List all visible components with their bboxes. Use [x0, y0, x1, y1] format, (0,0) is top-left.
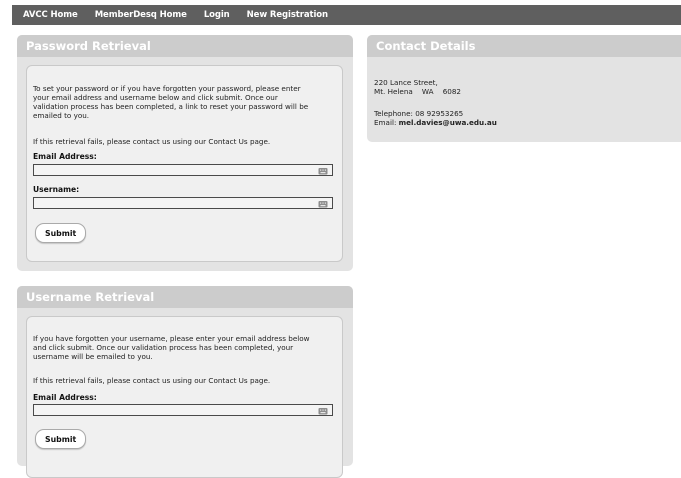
contact-details-title: Contact Details [367, 35, 681, 57]
password-username-label: Username: [33, 185, 80, 194]
username-email-field[interactable] [33, 404, 333, 423]
username-submit-button[interactable]: Submit [35, 429, 87, 449]
keyboard-icon[interactable] [318, 199, 328, 208]
contact-telephone: Telephone: 08 92953265 [374, 109, 464, 118]
contact-email[interactable]: mel.davies@uwa.edu.au [399, 118, 497, 127]
username-intro: If you have forgotten your username, ple… [33, 334, 310, 361]
top-nav: AVCC Home MemberDesq Home Login New Regi… [12, 5, 681, 25]
password-email-input[interactable] [34, 173, 332, 183]
password-intro: To set your password or if you have forg… [33, 84, 309, 120]
password-fail-note: If this retrieval fails, please contact … [33, 137, 271, 146]
keyboard-icon[interactable] [318, 406, 328, 415]
username-retrieval-form: If you have forgotten your username, ple… [26, 316, 343, 478]
contact-email-prefix: Email: [374, 118, 399, 127]
contact-address-line2: Mt. Helena WA 6082 [374, 87, 461, 96]
password-email-field[interactable] [33, 164, 333, 183]
nav-new-registration[interactable]: New Registration [247, 10, 328, 20]
password-retrieval-form: To set your password or if you have forg… [26, 65, 343, 262]
password-username-field[interactable] [33, 197, 333, 216]
password-retrieval-title: Password Retrieval [17, 35, 353, 57]
nav-memberdesq-home[interactable]: MemberDesq Home [95, 10, 187, 20]
nav-avcc-home[interactable]: AVCC Home [23, 10, 78, 20]
password-retrieval-panel: Password Retrieval To set your password … [17, 35, 353, 271]
username-email-input[interactable] [34, 413, 332, 423]
nav-login[interactable]: Login [204, 10, 230, 20]
username-retrieval-title: Username Retrieval [17, 286, 353, 308]
contact-details-panel: Contact Details 220 Lance Street, Mt. He… [367, 35, 681, 142]
username-retrieval-panel: Username Retrieval If you have forgotten… [17, 286, 353, 478]
keyboard-icon[interactable] [318, 166, 328, 175]
contact-email-line: Email: mel.davies@uwa.edu.au [374, 118, 497, 127]
username-email-label: Email Address: [33, 393, 97, 402]
username-fail-note: If this retrieval fails, please contact … [33, 376, 271, 385]
password-email-label: Email Address: [33, 152, 97, 161]
password-username-input[interactable] [34, 206, 332, 216]
contact-address-line1: 220 Lance Street, [374, 78, 438, 87]
password-submit-button[interactable]: Submit [35, 223, 87, 243]
